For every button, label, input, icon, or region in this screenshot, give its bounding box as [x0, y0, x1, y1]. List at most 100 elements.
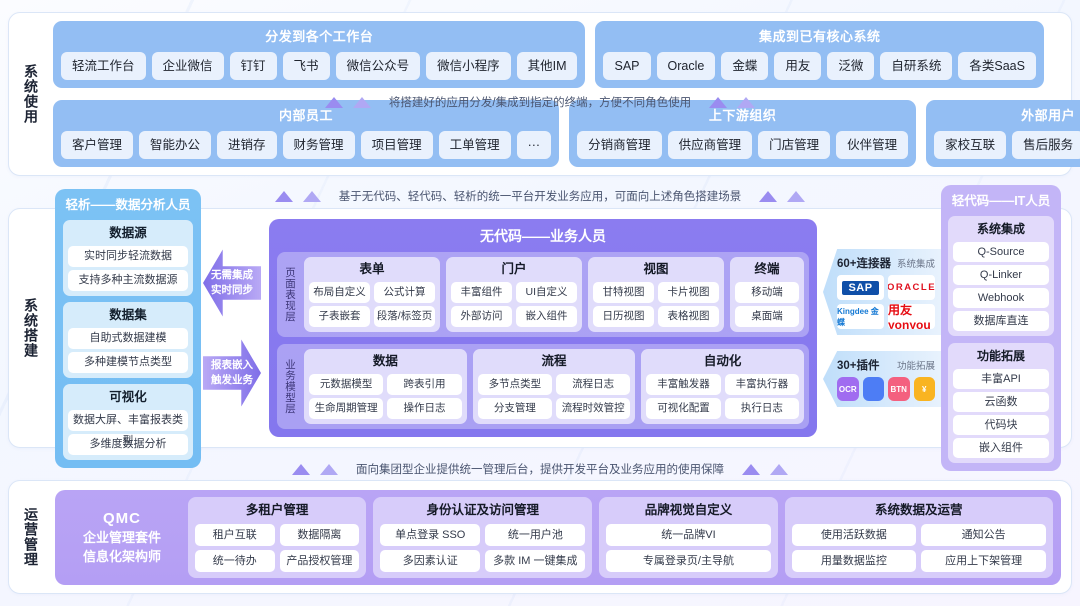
- pill-item[interactable]: 分销商管理: [577, 131, 662, 159]
- feature-cell[interactable]: 甘特视图: [593, 282, 654, 303]
- feature-cell[interactable]: 跨表引用: [387, 374, 462, 395]
- ocr-plugin-icon[interactable]: OCR: [837, 377, 859, 401]
- pill-item[interactable]: 各类SaaS: [958, 52, 1036, 80]
- feature-cell[interactable]: 丰富执行器: [724, 374, 800, 395]
- feature-cell[interactable]: 应用上下架管理: [921, 549, 1047, 572]
- pill-item[interactable]: 进销存: [217, 131, 277, 159]
- pill-item[interactable]: 其他IM: [516, 52, 578, 80]
- pill-item[interactable]: 项目管理: [360, 131, 433, 159]
- feature-cell[interactable]: 通知公告: [921, 523, 1047, 546]
- pill-item[interactable]: 企业微信: [151, 52, 224, 80]
- pill-item[interactable]: SAP: [603, 52, 651, 80]
- group-row: 元数据模型 跨表引用: [309, 374, 462, 395]
- block-item[interactable]: 数据库直连: [953, 311, 1049, 331]
- feature-cell[interactable]: 生命周期管理: [309, 398, 384, 419]
- pill-item[interactable]: 售后服务: [1012, 131, 1080, 159]
- block-item[interactable]: 数据大屏、丰富报表类型: [68, 409, 188, 447]
- chevron-up-icon: [292, 463, 310, 475]
- feature-cell[interactable]: 流程时效管控: [556, 398, 631, 419]
- feature-cell[interactable]: 统一用户池: [485, 523, 586, 546]
- pill-item[interactable]: 供应商管理: [667, 131, 753, 159]
- pill-item[interactable]: 客户管理: [61, 131, 134, 159]
- pill-item[interactable]: 微信小程序: [426, 52, 511, 80]
- block-item[interactable]: Q-Linker: [953, 265, 1049, 285]
- button-plugin-icon[interactable]: BTN: [888, 377, 910, 401]
- group-row: 多节点类型 流程日志: [477, 374, 631, 395]
- feature-cell[interactable]: 外部访问: [451, 306, 512, 327]
- feature-cell[interactable]: 卡片视图: [658, 282, 719, 303]
- feature-cell[interactable]: 可视化配置: [646, 398, 721, 419]
- feature-cell[interactable]: 丰富触发器: [646, 374, 721, 395]
- feature-cell[interactable]: 多节点类型: [477, 374, 553, 395]
- block-item[interactable]: 丰富API: [953, 369, 1049, 389]
- block-item[interactable]: 支持多种主流数据源: [68, 269, 188, 291]
- feature-cell[interactable]: 租户互联: [195, 523, 275, 546]
- nocode-group-2: 自动化 丰富触发器 丰富执行器 可视化配置 执行日志: [641, 349, 805, 424]
- feature-cell[interactable]: 桌面端: [735, 306, 799, 327]
- pill-item[interactable]: 飞书: [282, 52, 330, 80]
- pill-item[interactable]: 用友: [774, 52, 822, 80]
- feature-cell[interactable]: 多因素认证: [380, 549, 481, 572]
- pill-item[interactable]: 钉钉: [229, 52, 277, 80]
- pill-item[interactable]: Oracle: [656, 52, 716, 80]
- pill-item[interactable]: 家校互联: [934, 131, 1007, 159]
- pill-item[interactable]: 泛微: [827, 52, 875, 80]
- pill-item[interactable]: 自研系统: [880, 52, 953, 80]
- pill-item[interactable]: 伙伴管理: [836, 131, 909, 159]
- block-item[interactable]: 代码块: [953, 415, 1049, 435]
- feature-cell[interactable]: 布局自定义: [309, 282, 370, 303]
- pill-item[interactable]: 金蝶: [721, 52, 769, 80]
- pill-item[interactable]: ···: [516, 131, 552, 159]
- feature-cell[interactable]: 段落/标签页: [374, 306, 435, 327]
- feature-cell[interactable]: 数据隔离: [279, 523, 360, 546]
- signature-plugin-icon[interactable]: [862, 377, 884, 401]
- block-item[interactable]: Webhook: [953, 288, 1049, 308]
- group-row: 统一品牌VI: [606, 523, 771, 546]
- block-item[interactable]: Q-Source: [953, 242, 1049, 262]
- feature-cell[interactable]: 表格视图: [658, 306, 719, 327]
- feature-cell[interactable]: 操作日志: [387, 398, 462, 419]
- feature-cell[interactable]: 日历视图: [593, 306, 654, 327]
- feature-cell[interactable]: 统一品牌VI: [606, 523, 771, 546]
- block-item[interactable]: 实时同步轻流数据: [68, 245, 188, 267]
- block-item[interactable]: 云函数: [953, 392, 1049, 412]
- pill-item[interactable]: 轻流工作台: [61, 52, 146, 80]
- group-row: 日历视图 表格视图: [593, 306, 719, 327]
- nocode-title: 无代码——业务人员: [480, 228, 606, 244]
- feature-cell[interactable]: 专属登录页/主导航: [606, 549, 771, 572]
- group-row: 丰富触发器 丰富执行器: [646, 374, 800, 395]
- pill-item[interactable]: 财务管理: [282, 131, 355, 159]
- group-row: 单点登录 SSO 统一用户池: [380, 523, 586, 546]
- block-item[interactable]: 自助式数据建模: [68, 327, 188, 349]
- plugin-row: OCR BTN ¥: [837, 377, 935, 401]
- pill-item[interactable]: 微信公众号: [335, 52, 421, 80]
- feature-cell[interactable]: 单点登录 SSO: [380, 523, 481, 546]
- qmc-line-3: 信息化架构师: [82, 548, 161, 564]
- group-title: 品牌视觉自定义: [644, 502, 733, 517]
- pill-item[interactable]: 工单管理: [438, 131, 511, 159]
- feature-cell[interactable]: 公式计算: [374, 282, 435, 303]
- feature-cell[interactable]: 元数据模型: [309, 374, 384, 395]
- pill-item[interactable]: 门店管理: [758, 131, 831, 159]
- feature-cell[interactable]: 产品授权管理: [279, 549, 360, 572]
- block-item[interactable]: 多种建模节点类型: [68, 351, 188, 373]
- feature-cell[interactable]: 丰富组件: [451, 282, 512, 303]
- pill-item[interactable]: 智能办公: [139, 131, 212, 159]
- payment-plugin-icon[interactable]: ¥: [913, 377, 935, 401]
- qmc-line-2: 企业管理套件: [82, 529, 161, 545]
- feature-cell[interactable]: 统一待办: [195, 549, 275, 572]
- block-item[interactable]: 多维度数据分析: [68, 433, 188, 455]
- feature-cell[interactable]: 使用活跃数据: [791, 523, 917, 546]
- feature-cell[interactable]: 用量数据监控: [791, 549, 917, 572]
- operations-body: QMC 企业管理套件 信息化架构师 多租户管理 租户互联 数据隔离 统一待办 产品授权管理 身份…: [53, 481, 1071, 593]
- feature-cell[interactable]: 分支管理: [477, 398, 553, 419]
- feature-cell[interactable]: 流程日志: [556, 374, 631, 395]
- feature-cell[interactable]: 多款 IM 一键集成: [485, 549, 586, 572]
- feature-cell[interactable]: UI自定义: [516, 282, 577, 303]
- feature-cell[interactable]: 执行日志: [724, 398, 800, 419]
- feature-cell[interactable]: 移动端: [735, 282, 799, 303]
- feature-cell[interactable]: 子表嵌套: [309, 306, 370, 327]
- feature-cell[interactable]: 嵌入组件: [516, 306, 577, 327]
- block-item[interactable]: 嵌入组件: [953, 438, 1049, 458]
- logo-grid: SAP ORACLE Kingdee 金蝶 用友 yonyou: [837, 275, 935, 329]
